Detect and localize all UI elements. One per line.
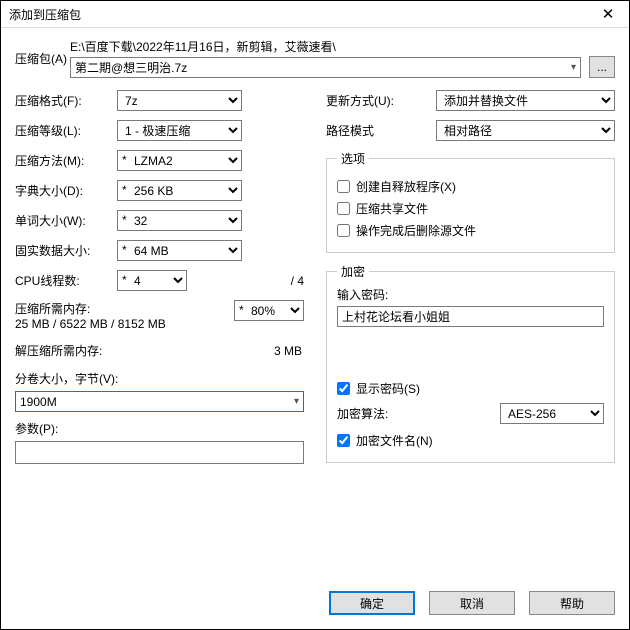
footer: 确定 取消 帮助: [1, 585, 629, 629]
archive-row: 压缩包(A) E:\百度下载\2022年11月16日，新剪辑，艾薇速看\ 第二期…: [15, 38, 615, 78]
right-column: 更新方式(U): 添加并替换文件 路径模式 相对路径 选项 创建自释放程序(X): [326, 90, 615, 473]
encmethod-select[interactable]: AES-256: [500, 403, 604, 424]
titlebar: 添加到压缩包 ✕: [1, 1, 629, 28]
ok-button[interactable]: 确定: [329, 591, 415, 615]
threads-label: CPU线程数:: [15, 272, 117, 289]
archive-filename: 第二期@想三明治.7z: [75, 59, 187, 76]
encrypt-legend: 加密: [337, 263, 369, 280]
chevron-down-icon: ▾: [571, 62, 576, 73]
threads-max: / 4: [291, 274, 304, 288]
method-label: 压缩方法(M):: [15, 152, 117, 169]
help-button[interactable]: 帮助: [529, 591, 615, 615]
update-label: 更新方式(U):: [326, 92, 436, 109]
format-label: 压缩格式(F):: [15, 92, 117, 109]
level-label: 压缩等级(L):: [15, 122, 117, 139]
encmethod-label: 加密算法:: [337, 405, 388, 422]
solid-label: 固实数据大小:: [15, 242, 117, 259]
memdec-value: 3 MB: [102, 344, 304, 358]
params-label: 参数(P):: [15, 420, 304, 437]
volume-label: 分卷大小，字节(V):: [15, 370, 304, 387]
window-title: 添加到压缩包: [1, 6, 587, 23]
memcomp-label: 压缩所需内存:: [15, 300, 234, 317]
password-label: 输入密码:: [337, 286, 604, 303]
cancel-button[interactable]: 取消: [429, 591, 515, 615]
word-label: 单词大小(W):: [15, 212, 117, 229]
browse-button[interactable]: ...: [589, 56, 615, 78]
params-input[interactable]: [15, 441, 304, 464]
options-group: 选项 创建自释放程序(X) 压缩共享文件 操作完成后删除源文件: [326, 150, 615, 253]
shared-checkbox[interactable]: 压缩共享文件: [337, 200, 604, 217]
dict-label: 字典大小(D):: [15, 182, 117, 199]
chevron-down-icon: ▾: [294, 396, 299, 407]
update-select[interactable]: 添加并替换文件: [436, 90, 615, 111]
pathmode-label: 路径模式: [326, 122, 436, 139]
method-select[interactable]: LZMA2: [117, 150, 242, 171]
sfx-checkbox[interactable]: 创建自释放程序(X): [337, 178, 604, 195]
encrypt-group: 加密 输入密码: 显示密码(S) 加密算法: AES-256: [326, 263, 615, 463]
left-column: 压缩格式(F): 7z 压缩等级(L): 1 - 极速压缩 压缩方法(M): L…: [15, 90, 304, 473]
content-area: 压缩包(A) E:\百度下载\2022年11月16日，新剪辑，艾薇速看\ 第二期…: [1, 28, 629, 585]
archive-filename-combo[interactable]: 第二期@想三明治.7z ▾: [70, 57, 581, 78]
dict-select[interactable]: 256 KB: [117, 180, 242, 201]
memcomp-select[interactable]: 80%: [234, 300, 304, 321]
showpwd-checkbox[interactable]: 显示密码(S): [337, 380, 604, 397]
archive-path-prefix: E:\百度下载\2022年11月16日，新剪辑，艾薇速看\: [70, 38, 615, 55]
pathmode-select[interactable]: 相对路径: [436, 120, 615, 141]
archive-label: 压缩包(A): [15, 50, 70, 67]
memdec-label: 解压缩所需内存:: [15, 342, 102, 359]
word-select[interactable]: 32: [117, 210, 242, 231]
close-icon[interactable]: ✕: [587, 1, 629, 27]
volume-input[interactable]: 1900M ▾: [15, 391, 304, 412]
encnames-checkbox[interactable]: 加密文件名(N): [337, 432, 604, 449]
solid-select[interactable]: 64 MB: [117, 240, 242, 261]
format-select[interactable]: 7z: [117, 90, 242, 111]
threads-select[interactable]: 4: [117, 270, 187, 291]
delete-checkbox[interactable]: 操作完成后删除源文件: [337, 222, 604, 239]
level-select[interactable]: 1 - 极速压缩: [117, 120, 242, 141]
password-input[interactable]: [337, 306, 604, 327]
options-legend: 选项: [337, 150, 369, 167]
columns: 压缩格式(F): 7z 压缩等级(L): 1 - 极速压缩 压缩方法(M): L…: [15, 90, 615, 473]
memcomp-detail: 25 MB / 6522 MB / 8152 MB: [15, 317, 234, 331]
dialog-window: 添加到压缩包 ✕ 压缩包(A) E:\百度下载\2022年11月16日，新剪辑，…: [0, 0, 630, 630]
